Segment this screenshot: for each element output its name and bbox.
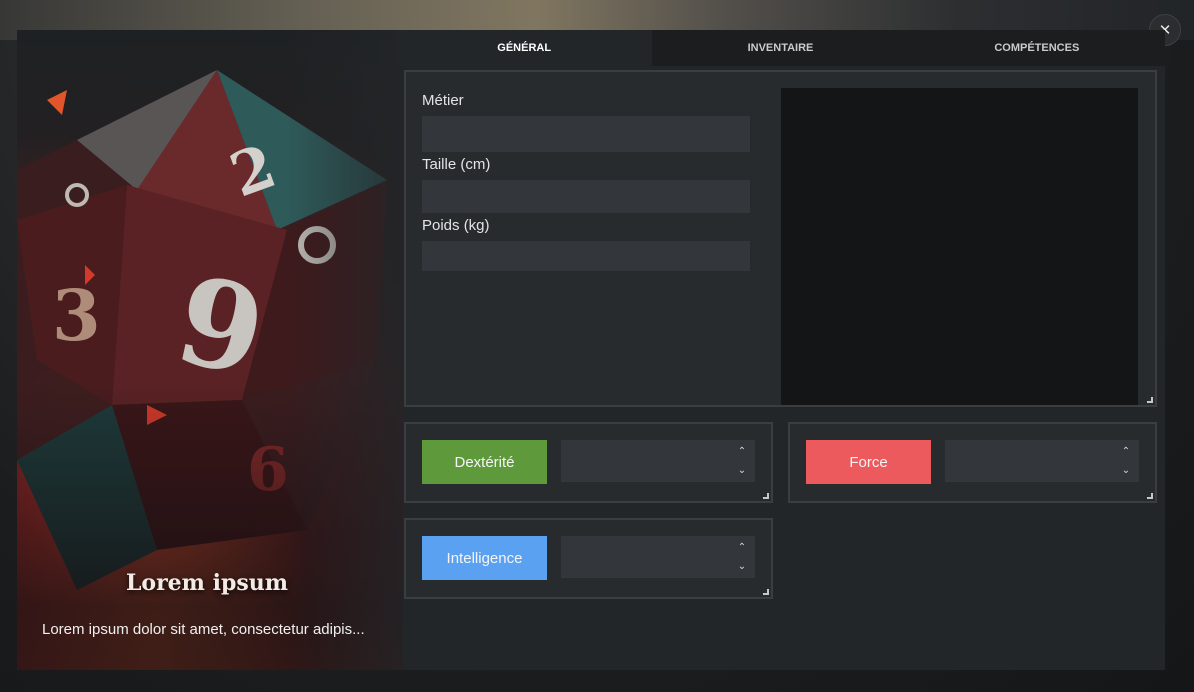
character-sheet-modal: 9 2 3 6 Lorem ipsum Lorem ipsum dolor si… xyxy=(17,30,1165,670)
weight-label: Poids (kg) xyxy=(422,217,490,234)
character-preview-area xyxy=(781,88,1138,405)
art-description: Lorem ipsum dolor sit amet, consectetur … xyxy=(42,621,365,638)
chevron-down-icon[interactable]: ⌄ xyxy=(735,557,749,576)
dexterity-spinner: ⌃ ⌄ xyxy=(735,442,749,480)
general-info-panel: Métier Taille (cm) Poids (kg) xyxy=(404,70,1157,407)
strength-button[interactable]: Force xyxy=(806,440,931,484)
height-input[interactable] xyxy=(422,180,750,213)
intelligence-spinner: ⌃ ⌄ xyxy=(735,538,749,576)
chevron-up-icon[interactable]: ⌃ xyxy=(735,538,749,557)
resize-handle[interactable] xyxy=(1147,493,1153,499)
strength-number-input[interactable]: ⌃ ⌄ xyxy=(945,440,1139,482)
intelligence-number-input[interactable]: ⌃ ⌄ xyxy=(561,536,755,578)
job-label: Métier xyxy=(422,92,464,109)
stat-panel-strength: Force ⌃ ⌄ xyxy=(788,422,1157,503)
chevron-up-icon[interactable]: ⌃ xyxy=(1119,442,1133,461)
tab-inventory[interactable]: INVENTAIRE xyxy=(652,30,909,66)
resize-handle[interactable] xyxy=(1147,397,1153,403)
art-title: Lorem ipsum xyxy=(125,570,289,596)
character-art-panel: 9 2 3 6 Lorem ipsum Lorem ipsum dolor si… xyxy=(17,30,403,670)
resize-handle[interactable] xyxy=(763,589,769,595)
chevron-up-icon[interactable]: ⌃ xyxy=(735,442,749,461)
dexterity-button[interactable]: Dextérité xyxy=(422,440,547,484)
tab-general[interactable]: GÉNÉRAL xyxy=(396,30,653,66)
tab-skills[interactable]: COMPÉTENCES xyxy=(908,30,1165,66)
stat-panel-intelligence: Intelligence ⌃ ⌄ xyxy=(404,518,773,599)
strength-spinner: ⌃ ⌄ xyxy=(1119,442,1133,480)
chevron-down-icon[interactable]: ⌄ xyxy=(735,461,749,480)
resize-handle[interactable] xyxy=(763,493,769,499)
chevron-down-icon[interactable]: ⌄ xyxy=(1119,461,1133,480)
weight-input[interactable] xyxy=(422,241,750,271)
height-label: Taille (cm) xyxy=(422,156,491,173)
stat-panel-dexterity: Dextérité ⌃ ⌄ xyxy=(404,422,773,503)
intelligence-button[interactable]: Intelligence xyxy=(422,536,547,580)
tab-bar: GÉNÉRAL INVENTAIRE COMPÉTENCES xyxy=(396,30,1165,66)
job-input[interactable] xyxy=(422,116,750,152)
dexterity-number-input[interactable]: ⌃ ⌄ xyxy=(561,440,755,482)
